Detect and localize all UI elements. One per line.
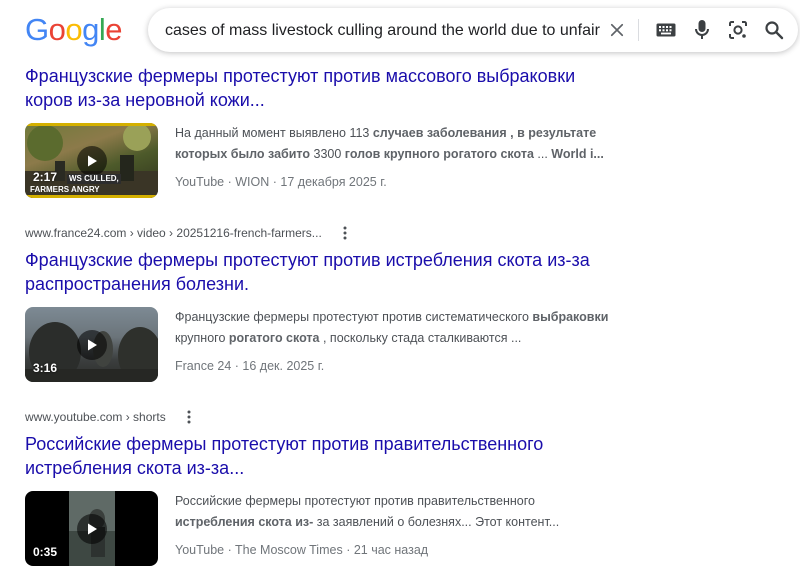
snippet-highlight: рогатого скота	[228, 331, 320, 345]
video-duration: 2:17	[33, 170, 58, 184]
snippet-text: за заявлений о болезнях... Этот контент.…	[313, 515, 560, 529]
video-row: 3:16 Французские фермеры протестуют прот…	[25, 307, 625, 382]
video-thumbnail[interactable]: WS CULLED, FARMERS ANGRY 2:17	[25, 123, 158, 198]
video-row: 0:35 Российские фермеры протестуют проти…	[25, 491, 625, 566]
result-cite: www.france24.com › video › 20251216-fren…	[25, 224, 625, 242]
meta-date: 16 дек. 2025 г.	[242, 359, 325, 373]
video-thumbnail[interactable]: 0:35	[25, 491, 158, 566]
meta-source: YouTube	[175, 175, 225, 189]
snippet-highlight: выбраковки	[532, 310, 609, 324]
result-snippet: На данный момент выявлено 113 случаев за…	[175, 123, 615, 165]
play-icon	[88, 523, 97, 535]
more-vert-icon	[187, 410, 191, 424]
result-url[interactable]: www.france24.com › video › 20251216-fren…	[25, 224, 322, 242]
result-meta: France 24 · 16 дек. 2025 г.	[175, 357, 324, 375]
logo-letter-g: G	[25, 12, 49, 47]
play-icon	[88, 339, 97, 351]
video-row: WS CULLED, FARMERS ANGRY 2:17 На данный …	[25, 123, 625, 198]
lens-icon	[729, 21, 747, 39]
meta-source: France 24	[175, 359, 232, 373]
snippet-text: ...	[533, 147, 552, 161]
more-vert-icon	[343, 226, 347, 240]
snippet-highlight: ,	[506, 126, 518, 140]
more-options-button[interactable]	[182, 410, 196, 424]
voice-search-button[interactable]	[690, 18, 714, 42]
video-duration: 3:16	[33, 361, 58, 375]
search-divider	[638, 19, 639, 41]
play-icon	[88, 155, 97, 167]
search-icon	[765, 21, 784, 40]
snippet-text: 3300	[310, 147, 345, 161]
thumbnail-caption-1: WS CULLED,	[67, 174, 121, 184]
result-meta: YouTube · The Moscow Times · 21 час наза…	[175, 541, 428, 559]
keyboard-icon	[656, 23, 676, 37]
result-cite: www.youtube.com › shorts	[25, 408, 625, 426]
snippet-text: крупного	[175, 331, 229, 345]
play-button[interactable]	[77, 146, 107, 176]
snippet-text: Французские фермеры протестуют против си…	[175, 310, 533, 324]
clear-search-button[interactable]	[605, 18, 629, 42]
snippet-text: На данный момент выявлено 113	[175, 126, 373, 140]
result-title[interactable]: Французские фермеры протестуют против ма…	[25, 64, 610, 112]
snippet-highlight: случаев заболевания	[372, 126, 507, 140]
snippet-highlight: голов крупного рогатого скота	[344, 147, 534, 161]
search-result-3: www.youtube.com › shorts Российские ферм…	[25, 408, 625, 566]
video-thumbnail[interactable]: 3:16	[25, 307, 158, 382]
result-snippet: Французские фермеры протестуют против си…	[175, 307, 615, 349]
google-logo[interactable]: Google	[25, 12, 123, 48]
close-icon	[610, 23, 624, 37]
more-options-button[interactable]	[338, 226, 352, 240]
play-button[interactable]	[77, 514, 107, 544]
snippet-highlight: World i...	[551, 147, 604, 161]
meta-author: WION	[235, 175, 270, 189]
logo-letter-g2: g	[82, 12, 99, 47]
video-duration: 0:35	[33, 545, 58, 559]
meta-date: 21 час назад	[353, 543, 429, 557]
result-title[interactable]: Российские фермеры протестуют против пра…	[25, 432, 610, 480]
microphone-icon	[695, 20, 709, 39]
keyboard-button[interactable]	[654, 18, 678, 42]
search-result-2: www.france24.com › video › 20251216-fren…	[25, 224, 625, 382]
logo-letter-e: e	[105, 12, 123, 47]
search-box[interactable]: cases of mass livestock culling around t…	[148, 8, 798, 52]
play-button[interactable]	[77, 330, 107, 360]
meta-date: 17 декабря 2025 г.	[280, 175, 387, 189]
logo-letter-o1: o	[48, 12, 66, 47]
lens-search-button[interactable]	[726, 18, 750, 42]
meta-separator: ·	[227, 543, 236, 557]
meta-separator: ·	[346, 543, 354, 557]
result-snippet: Российские фермеры протестуют против пра…	[175, 491, 615, 533]
meta-author: The Moscow Times	[235, 543, 343, 557]
search-header: Google cases of mass livestock culling a…	[0, 0, 800, 62]
meta-source: YouTube	[175, 543, 225, 557]
result-title[interactable]: Французские фермеры протестуют против ис…	[25, 248, 610, 296]
result-meta: YouTube · WION · 17 декабря 2025 г.	[175, 173, 387, 191]
snippet-text: , поскольку стада сталкиваются ...	[319, 331, 522, 345]
logo-letter-o2: o	[65, 12, 83, 47]
search-result-1: Французские фермеры протестуют против ма…	[25, 64, 625, 198]
snippet-highlight: истребления скота из-	[175, 515, 314, 529]
result-url[interactable]: www.youtube.com › shorts	[25, 408, 166, 426]
snippet-text: Российские фермеры протестуют против пра…	[175, 494, 535, 508]
thumbnail-caption-2: FARMERS ANGRY	[30, 185, 100, 194]
search-input[interactable]: cases of mass livestock culling around t…	[165, 21, 600, 41]
search-button[interactable]	[762, 18, 786, 42]
